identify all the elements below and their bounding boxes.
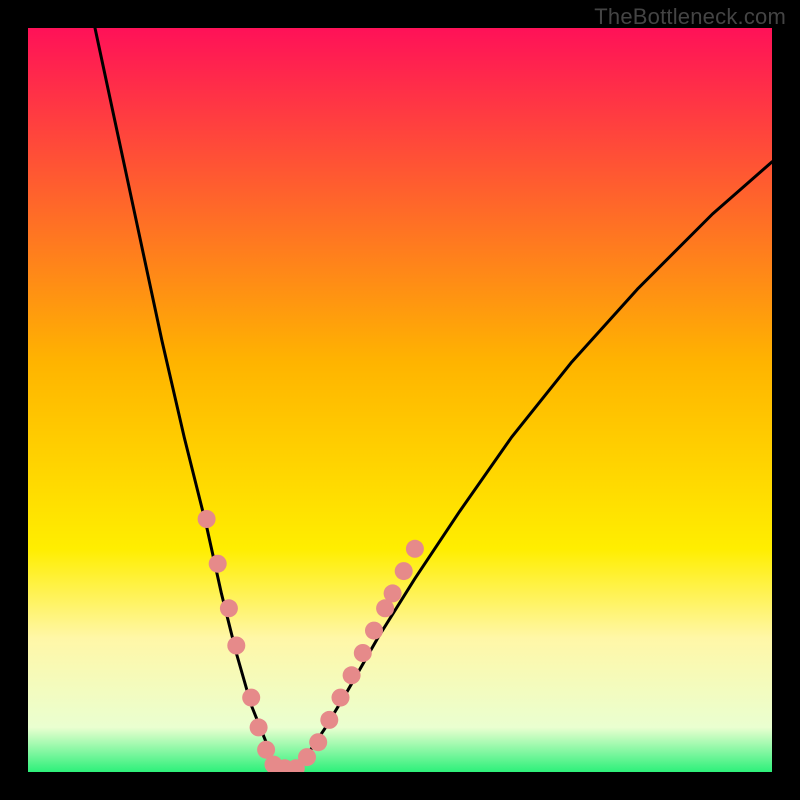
plot-area xyxy=(28,28,772,772)
highlight-dot xyxy=(354,644,372,662)
highlight-dot xyxy=(250,718,268,736)
highlight-dot xyxy=(343,666,361,684)
highlight-dot xyxy=(309,733,327,751)
highlight-dot xyxy=(298,748,316,766)
highlight-dot xyxy=(242,689,260,707)
highlight-dot xyxy=(406,540,424,558)
highlight-dot xyxy=(395,562,413,580)
highlight-dot xyxy=(384,584,402,602)
chart-frame: TheBottleneck.com xyxy=(0,0,800,800)
highlight-dot xyxy=(365,622,383,640)
highlight-dot xyxy=(320,711,338,729)
highlight-dot xyxy=(198,510,216,528)
watermark-text: TheBottleneck.com xyxy=(594,4,786,30)
highlight-dot xyxy=(220,599,238,617)
gradient-background xyxy=(28,28,772,772)
highlight-dot xyxy=(209,555,227,573)
highlight-dot xyxy=(332,689,350,707)
bottleneck-chart xyxy=(28,28,772,772)
highlight-dot xyxy=(227,637,245,655)
